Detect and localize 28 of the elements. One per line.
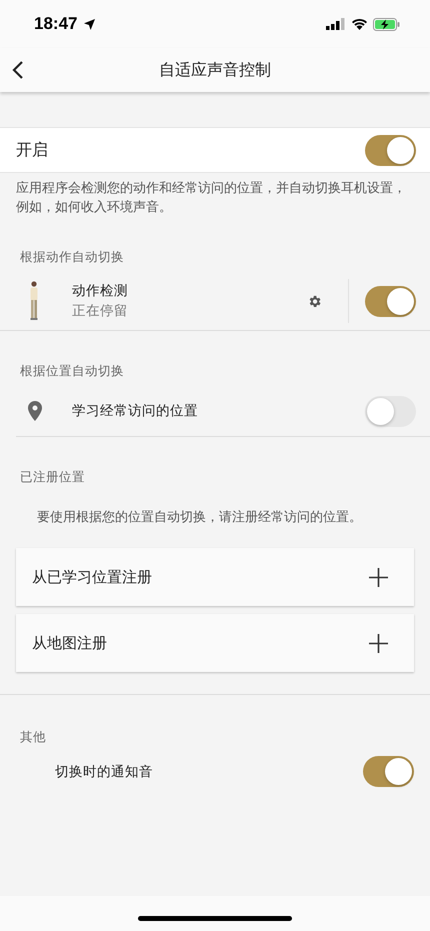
setting-label: 学习经常访问的位置 bbox=[72, 402, 199, 420]
register-button[interactable]: 从已学习位置注册 bbox=[16, 548, 414, 606]
toggle-switch[interactable] bbox=[365, 396, 416, 426]
screen-title: 自适应声音控制 bbox=[159, 60, 271, 80]
section-header: 其他 bbox=[20, 729, 47, 746]
status-text: 正在停留 bbox=[72, 302, 129, 320]
hint-text: 要使用根据您的位置自动切换，请注册经常访问的位置。 bbox=[37, 509, 363, 526]
register-button[interactable]: 从地图注册 bbox=[16, 614, 414, 672]
setting-label: 动作检测 bbox=[72, 282, 129, 300]
back-icon[interactable] bbox=[12, 60, 24, 80]
wifi-icon bbox=[351, 18, 368, 30]
status-time: 18:47 bbox=[34, 14, 78, 34]
toggle-switch[interactable] bbox=[365, 134, 416, 166]
location-arrow-icon bbox=[84, 18, 96, 30]
toggle-switch[interactable] bbox=[365, 286, 416, 316]
toggle-switch[interactable] bbox=[363, 756, 414, 787]
settings-icon[interactable] bbox=[307, 294, 322, 308]
section-header: 根据位置自动切换 bbox=[20, 363, 125, 380]
signal-icon bbox=[326, 18, 346, 30]
battery-charging-icon bbox=[373, 18, 400, 30]
setting-label: 切换时的通知音 bbox=[55, 762, 153, 780]
section-header: 根据动作自动切换 bbox=[20, 249, 125, 266]
section-header: 已注册位置 bbox=[20, 469, 86, 486]
setting-label: 开启 bbox=[16, 140, 48, 160]
description-text: 应用程序会检测您的动作和经常访问的位置，并自动切换耳机设置，例如，如何收入环境声音。 bbox=[16, 180, 407, 217]
plus-icon bbox=[369, 634, 388, 652]
plus-icon bbox=[369, 568, 388, 586]
map-pin-icon bbox=[28, 401, 42, 421]
